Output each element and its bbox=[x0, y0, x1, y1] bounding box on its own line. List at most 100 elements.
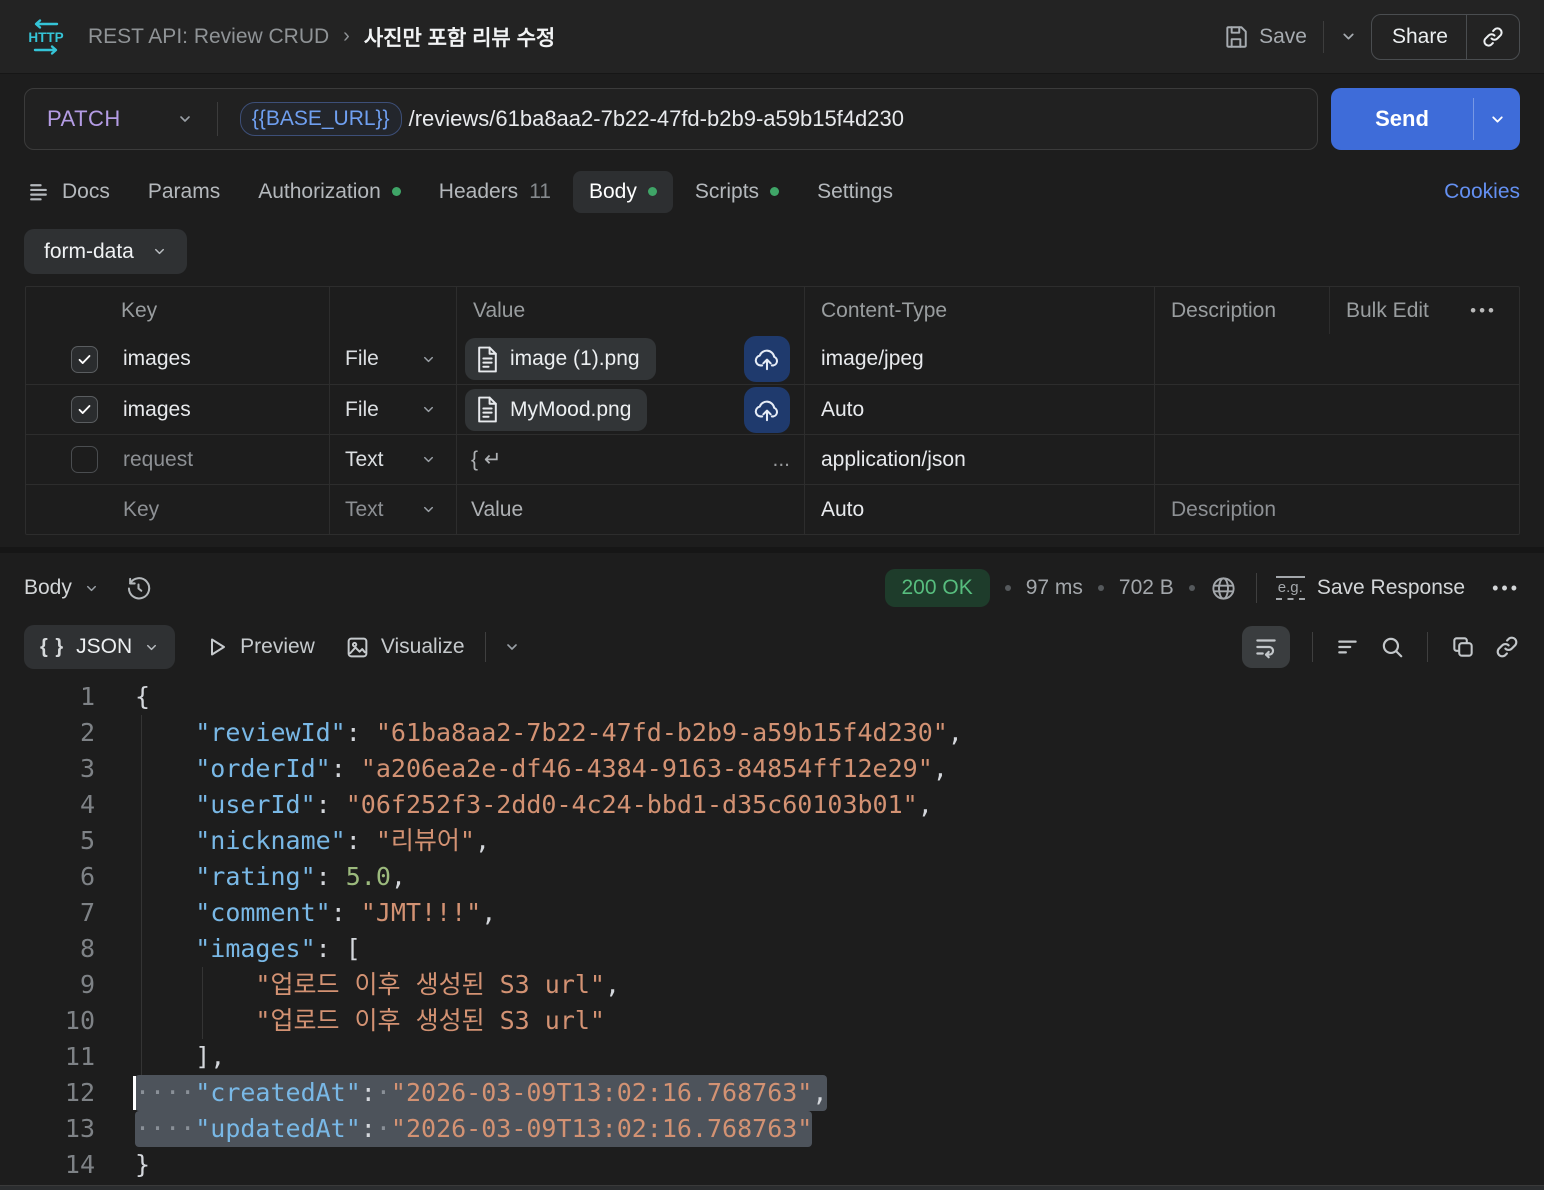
table-more-icon[interactable]: ••• bbox=[1470, 301, 1519, 321]
response-history-icon[interactable] bbox=[125, 575, 152, 602]
visualize-button[interactable]: Visualize bbox=[345, 635, 465, 660]
code-line[interactable]: 5 "nickname": "리뷰어", bbox=[0, 823, 1544, 859]
top-bar: HTTP REST API: Review CRUD › 사진만 포함 리뷰 수… bbox=[0, 0, 1544, 74]
tab-settings[interactable]: Settings bbox=[815, 171, 895, 213]
response-size[interactable]: 702 B bbox=[1119, 576, 1174, 600]
tab-authorization[interactable]: Authorization bbox=[256, 171, 403, 213]
code-line[interactable]: 7 "comment": "JMT!!!", bbox=[0, 895, 1544, 931]
filter-lines-icon[interactable] bbox=[1335, 634, 1361, 660]
code-line[interactable]: 13 ····"updatedAt":·"2026-03-09T13:02:16.… bbox=[0, 1111, 1544, 1147]
code-line[interactable]: 1{ bbox=[0, 679, 1544, 715]
file-chip[interactable]: MyMood.png bbox=[465, 388, 648, 431]
response-code-editor[interactable]: 1{2 "reviewId": "61ba8aa2-7b22-47fd-b2b9… bbox=[0, 679, 1544, 1190]
description-field[interactable] bbox=[1155, 435, 1519, 484]
visualize-image-icon bbox=[345, 635, 370, 660]
share-button[interactable]: Share bbox=[1370, 13, 1520, 60]
cookies-link[interactable]: Cookies bbox=[1444, 180, 1520, 204]
send-options-chevron[interactable] bbox=[1474, 88, 1520, 150]
code-line[interactable]: 9 "업로드 이후 생성된 S3 url", bbox=[0, 967, 1544, 1003]
code-text: } bbox=[135, 1150, 151, 1179]
type-selector[interactable]: Text bbox=[330, 485, 457, 534]
content-type-field[interactable]: Auto bbox=[805, 385, 1155, 434]
value-field[interactable]: { ↵ bbox=[465, 447, 501, 472]
copy-icon[interactable] bbox=[1450, 634, 1476, 660]
expand-value-ellipsis[interactable]: ... bbox=[772, 448, 790, 472]
line-number: 7 bbox=[79, 898, 95, 927]
tab-params[interactable]: Params bbox=[146, 171, 222, 213]
code-line[interactable]: 8 "images": [ bbox=[0, 931, 1544, 967]
row-checkbox[interactable] bbox=[71, 345, 98, 373]
breadcrumb-collection[interactable]: REST API: Review CRUD bbox=[88, 25, 329, 49]
upload-file-button[interactable] bbox=[744, 386, 790, 433]
share-button-label: Share bbox=[1391, 24, 1448, 48]
network-globe-icon[interactable] bbox=[1210, 575, 1237, 602]
tab-label: Params bbox=[147, 179, 221, 203]
type-selector[interactable]: File bbox=[330, 385, 457, 434]
key-field[interactable]: request bbox=[123, 448, 193, 472]
search-icon[interactable] bbox=[1379, 634, 1405, 660]
type-selector[interactable]: Text bbox=[330, 435, 457, 484]
save-button[interactable]: Save bbox=[1223, 24, 1307, 50]
row-checkbox[interactable] bbox=[71, 446, 98, 473]
visualize-options-chevron[interactable] bbox=[504, 639, 520, 655]
line-number: 2 bbox=[79, 718, 95, 747]
method-selector[interactable]: PATCH bbox=[25, 106, 121, 132]
code-line[interactable]: 2 "reviewId": "61ba8aa2-7b22-47fd-b2b9-a… bbox=[0, 715, 1544, 751]
code-line[interactable]: 4 "userId": "06f252f3-2dd0-4c24-bbd1-d35… bbox=[0, 787, 1544, 823]
code-text: "nickname": "리뷰어", bbox=[195, 826, 491, 855]
url-path-input[interactable]: /reviews/61ba8aa2-7b22-47fd-b2b9-a59b15f… bbox=[409, 106, 904, 132]
tab-headers[interactable]: Headers 11 bbox=[437, 171, 553, 213]
link-icon[interactable] bbox=[1494, 634, 1520, 660]
response-time[interactable]: 97 ms bbox=[1026, 576, 1083, 600]
code-line[interactable]: 12 ····"createdAt":·"2026-03-09T13:02:16.… bbox=[0, 1075, 1544, 1111]
response-more-icon[interactable]: ••• bbox=[1492, 578, 1520, 599]
type-selector[interactable]: File bbox=[330, 334, 457, 384]
base-url-variable[interactable]: {{BASE_URL}} bbox=[239, 102, 402, 136]
save-response-button[interactable]: e.g. Save Response bbox=[1275, 576, 1465, 600]
tab-label: Headers bbox=[438, 179, 519, 203]
save-options-chevron[interactable] bbox=[1340, 28, 1357, 45]
code-line[interactable]: 3 "orderId": "a206ea2e-df46-4384-9163-84… bbox=[0, 751, 1544, 787]
description-field[interactable]: Description bbox=[1155, 485, 1519, 534]
upload-file-button[interactable] bbox=[744, 336, 790, 382]
response-format-selector[interactable]: { } JSON bbox=[24, 625, 176, 669]
meta-separator-dot bbox=[1188, 585, 1195, 591]
value-field[interactable]: Value bbox=[465, 498, 523, 522]
editor-scrollbar-track[interactable] bbox=[0, 1185, 1544, 1190]
tab-docs[interactable]: Docs bbox=[24, 170, 112, 213]
description-field[interactable] bbox=[1155, 385, 1519, 434]
response-body-chevron-icon bbox=[84, 581, 99, 596]
key-field[interactable]: images bbox=[123, 398, 191, 422]
content-type-field[interactable]: application/json bbox=[805, 435, 1155, 484]
key-field[interactable]: Key bbox=[123, 498, 159, 522]
content-type-field[interactable]: image/jpeg bbox=[805, 334, 1155, 384]
body-type-selector[interactable]: form-data bbox=[24, 229, 187, 274]
copy-link-icon[interactable] bbox=[1467, 25, 1519, 49]
tab-body[interactable]: Body bbox=[573, 170, 673, 213]
key-field[interactable]: images bbox=[123, 347, 191, 371]
response-body-selector[interactable]: Body bbox=[24, 576, 99, 600]
tab-scripts[interactable]: Scripts bbox=[693, 171, 781, 213]
pane-splitter[interactable] bbox=[0, 547, 1544, 553]
response-meta-bar: Body 200 OK 97 ms 702 B e.g. Save Respon… bbox=[24, 563, 1520, 613]
preview-button[interactable]: Preview bbox=[205, 635, 315, 659]
value-cell: Value bbox=[457, 485, 805, 534]
code-line[interactable]: 14} bbox=[0, 1147, 1544, 1183]
content-type-field[interactable]: Auto bbox=[805, 485, 1155, 534]
type-chevron-icon bbox=[421, 452, 436, 467]
row-checkbox[interactable] bbox=[71, 396, 98, 423]
column-header-bulk-edit[interactable]: Bulk Edit ••• bbox=[1330, 287, 1519, 334]
send-button[interactable]: Send bbox=[1331, 88, 1520, 150]
type-label: Text bbox=[345, 497, 384, 521]
code-line[interactable]: 10 "업로드 이후 생성된 S3 url" bbox=[0, 1003, 1544, 1039]
body-type-label: form-data bbox=[44, 239, 134, 263]
url-input-box: PATCH {{BASE_URL}} /reviews/61ba8aa2-7b2… bbox=[24, 88, 1318, 150]
breadcrumb-request-name[interactable]: 사진만 포함 리뷰 수정 bbox=[364, 22, 555, 52]
status-badge[interactable]: 200 OK bbox=[884, 569, 990, 607]
method-chevron-icon[interactable] bbox=[177, 111, 193, 127]
wrap-text-button[interactable] bbox=[1242, 626, 1290, 668]
code-line[interactable]: 6 "rating": 5.0, bbox=[0, 859, 1544, 895]
file-chip[interactable]: image (1).png bbox=[465, 338, 656, 380]
description-field[interactable] bbox=[1155, 334, 1519, 384]
code-line[interactable]: 11 ], bbox=[0, 1039, 1544, 1075]
